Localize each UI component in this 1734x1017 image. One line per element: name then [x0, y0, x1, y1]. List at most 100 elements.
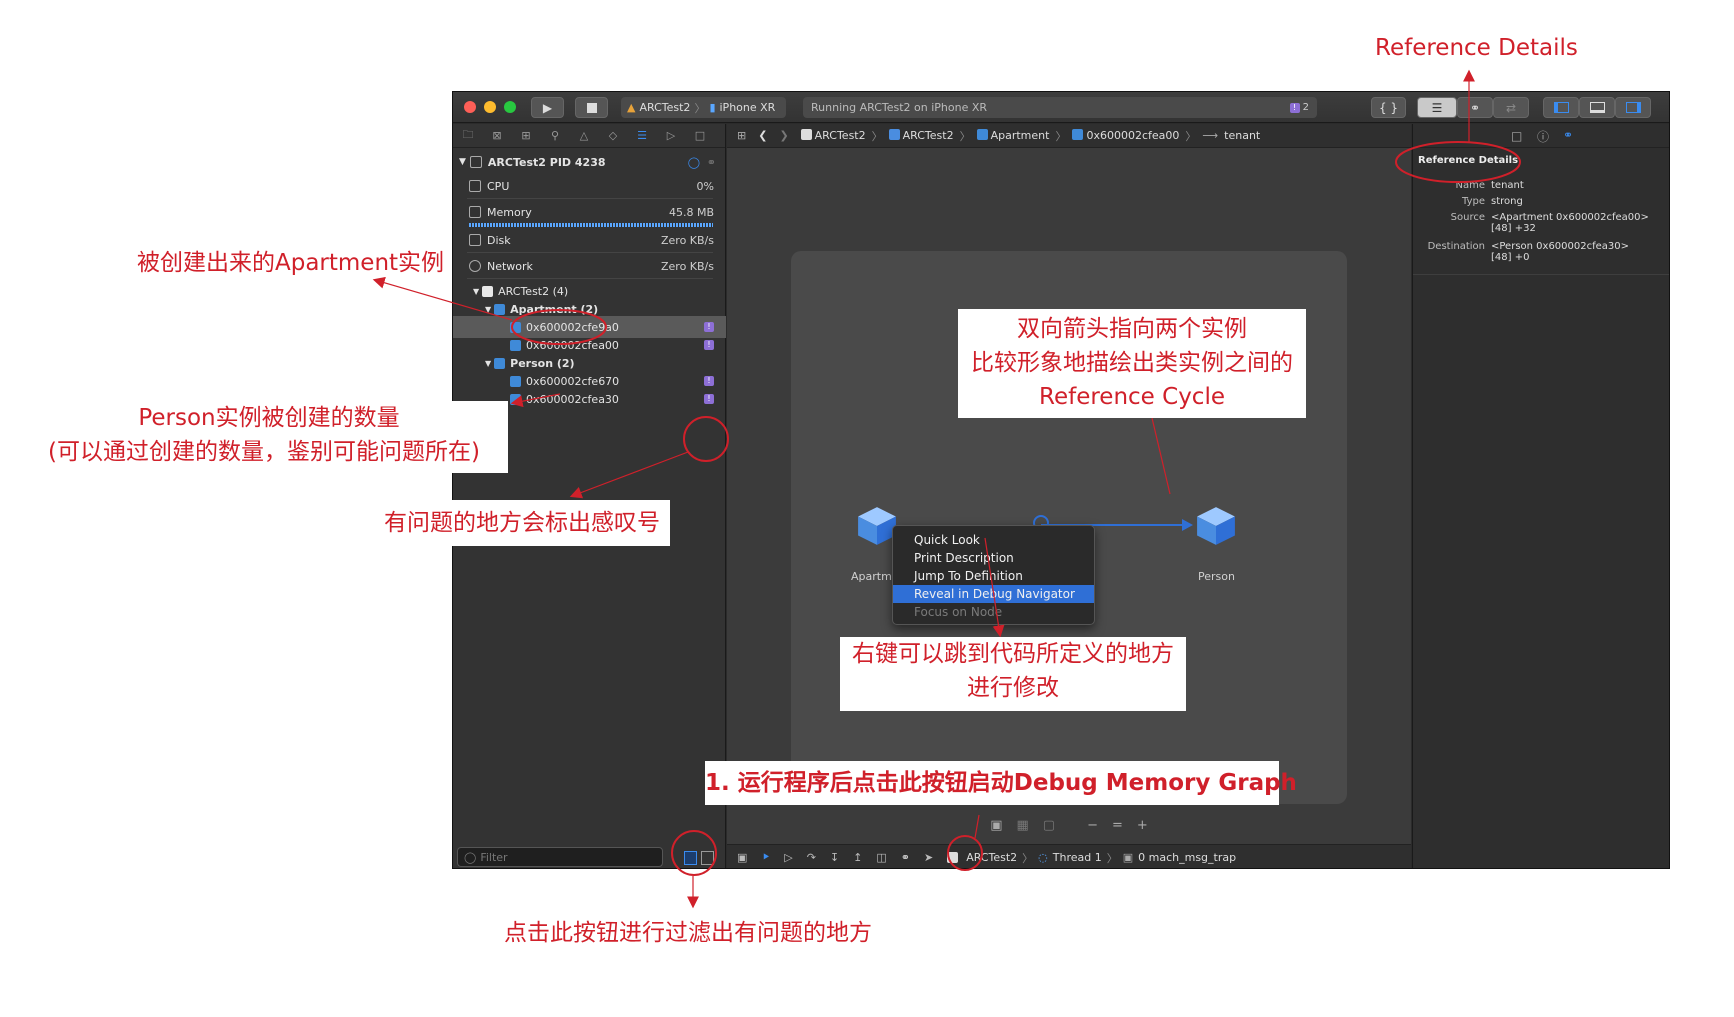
inspector-tabs: □ ⓘ ⚭: [1413, 124, 1669, 148]
menu-item-focus-on-node: Focus on Node: [914, 605, 1003, 619]
breadcrumb-item[interactable]: 0x600002cfea00: [1072, 129, 1179, 142]
warning-icon: !: [704, 376, 714, 386]
zoom-reset-button[interactable]: =: [1112, 818, 1123, 833]
debug-breadcrumb[interactable]: ARCTest2 〉 ◌ Thread 1 〉 ▣ 0 mach_msg_trap: [947, 850, 1236, 866]
step-over-icon[interactable]: ↷: [807, 851, 816, 864]
help-inspector-icon[interactable]: ⓘ: [1537, 128, 1549, 145]
project-icon: ▲: [627, 101, 636, 114]
class-cube-icon: [494, 303, 506, 315]
bottom-panel-icon: [1589, 102, 1605, 113]
step-into-icon[interactable]: ↧: [830, 851, 839, 864]
continue-icon[interactable]: ▷: [784, 851, 792, 864]
step-out-icon[interactable]: ↥: [853, 851, 862, 864]
instance-cube-icon: [510, 321, 521, 333]
breadcrumb-item[interactable]: Apartment: [976, 129, 1049, 142]
hierarchy-icon[interactable]: ⊞: [519, 129, 533, 142]
version-editor-button[interactable]: ⇄: [1493, 97, 1529, 118]
menu-item-print-description[interactable]: Print Description: [893, 549, 1094, 567]
back-chevron-icon[interactable]: ❮: [758, 129, 767, 142]
forward-chevron-icon[interactable]: ❯: [779, 129, 788, 142]
annotation-exclamation-mark: 有问题的地方会标出感叹号: [374, 500, 670, 546]
person-node-cube-icon[interactable]: [1195, 505, 1237, 547]
network-gauge[interactable]: Network Zero KB/s: [453, 255, 726, 277]
image-export-icon[interactable]: ▣: [990, 818, 1002, 833]
zoom-out-button[interactable]: −: [1087, 818, 1098, 833]
breadcrumb-item[interactable]: tenant: [1224, 129, 1260, 142]
toggle-debug-area-button[interactable]: [1579, 97, 1615, 118]
warning-counter[interactable]: ! 2: [1289, 102, 1309, 113]
disclosure-down-icon: ▼: [485, 304, 492, 314]
show-issues-filter-button[interactable]: [684, 851, 697, 865]
activity-text: Running ARCTest2 on iPhone XR: [811, 101, 988, 114]
grid-toggle-icon[interactable]: ▦: [1016, 818, 1028, 833]
zoom-in-button[interactable]: +: [1137, 818, 1148, 833]
filter-input[interactable]: ◯ Filter: [457, 847, 663, 867]
menu-item-jump-to-definition[interactable]: Jump To Definition: [893, 567, 1094, 585]
disclosure-down-icon: ▼: [459, 157, 466, 167]
debug-memory-graph-icon[interactable]: ⚭: [901, 851, 910, 864]
thread-icon: ◌: [1038, 851, 1048, 864]
minimize-window-button[interactable]: [484, 101, 496, 113]
toggle-navigator-button[interactable]: [1543, 97, 1579, 118]
memory-inspector-icon[interactable]: ⚭: [1563, 128, 1573, 142]
view-hierarchy-toggle-icon[interactable]: ⚭: [707, 156, 716, 169]
chevron-right-icon: 〉: [694, 101, 706, 115]
warning-icon: !: [1289, 102, 1300, 113]
warning-icon: !: [704, 322, 714, 332]
reference-type: Type strong: [1462, 196, 1523, 207]
disclosure-down-icon: ▼: [473, 286, 480, 296]
disclosure-down-icon: ▼: [485, 358, 492, 368]
annotation-start-debug-memory-graph: 1. 运行程序后点击此按钮启动Debug Memory Graph: [705, 761, 1297, 805]
menu-item-reveal-in-debug-navigator[interactable]: Reveal in Debug Navigator: [893, 585, 1094, 603]
search-icon[interactable]: ⚲: [548, 129, 562, 142]
warning-icon: !: [704, 394, 714, 404]
standard-editor-button[interactable]: ☰: [1417, 97, 1457, 118]
disk-icon: [469, 234, 481, 246]
braces-icon: { }: [1378, 100, 1399, 115]
zoom-window-button[interactable]: [504, 101, 516, 113]
toggle-inspector-button[interactable]: [1615, 97, 1651, 118]
reference-name: Name tenant: [1455, 180, 1524, 191]
warning-triangle-icon[interactable]: △: [577, 129, 591, 142]
annotation-right-click: 右键可以跳到代码所定义的地方 进行修改: [840, 637, 1186, 711]
module-icon: [482, 285, 494, 297]
instance-cube-icon: [510, 375, 521, 387]
person-node-label: Person: [1198, 570, 1235, 583]
source-control-icon[interactable]: ⊠: [490, 129, 504, 142]
debug-area-toggle-icon[interactable]: ▣: [737, 851, 747, 864]
grid-icon[interactable]: ⊞: [737, 129, 746, 142]
arrow-right-icon: ⟶: [1202, 129, 1219, 142]
close-window-button[interactable]: [464, 101, 476, 113]
graph-zoom-bar: ▣ ▦ ▢ − = +: [727, 814, 1411, 836]
breakpoint-icon[interactable]: ▷: [664, 129, 678, 142]
breadcrumb-item[interactable]: ARCTest2: [888, 129, 954, 142]
right-panel-icon: [1625, 102, 1641, 113]
test-diamond-icon[interactable]: ◇: [606, 129, 620, 142]
library-button[interactable]: { }: [1371, 97, 1406, 118]
memory-gauge[interactable]: Memory 45.8 MB: [453, 201, 726, 223]
annotation-apartment-instance: 被创建出来的Apartment实例: [137, 250, 445, 276]
debug-navigator-icon[interactable]: ☰: [635, 129, 649, 142]
run-button[interactable]: ▶: [531, 97, 564, 118]
show-content-filter-button[interactable]: [701, 851, 714, 865]
menu-item-quick-look[interactable]: Quick Look: [893, 531, 1094, 549]
breadcrumb-item[interactable]: ARCTest2: [800, 129, 866, 142]
file-inspector-icon[interactable]: □: [1511, 129, 1522, 143]
disk-gauge[interactable]: Disk Zero KB/s: [453, 229, 726, 251]
memory-graph-toggle-icon[interactable]: ◯: [688, 156, 700, 169]
assistant-editor-button[interactable]: ⚭: [1457, 97, 1493, 118]
report-icon[interactable]: □: [693, 129, 707, 142]
scheme-selector[interactable]: ▲ ARCTest2 〉 ▮ iPhone XR: [621, 97, 786, 118]
view-debugger-icon[interactable]: ◫: [876, 851, 886, 864]
stop-button[interactable]: [575, 97, 608, 118]
filter-icon: ◯: [464, 850, 477, 864]
process-row[interactable]: ▼ ARCTest2 PID 4238 ◯ ⚭: [453, 151, 726, 173]
scheme-project: ARCTest2: [639, 101, 691, 114]
folder-icon[interactable]: 🗀: [461, 126, 475, 145]
fit-icon[interactable]: ▢: [1043, 818, 1055, 833]
cpu-gauge[interactable]: CPU 0%: [453, 175, 726, 197]
location-icon[interactable]: ➤: [924, 851, 933, 864]
toolbar: ▶ ▲ ARCTest2 〉 ▮ iPhone XR Running ARCTe…: [453, 92, 1669, 123]
breakpoints-toggle-icon[interactable]: ⯈: [761, 851, 770, 865]
annotation-filter-button: 点击此按钮进行过滤出有问题的地方: [504, 920, 872, 946]
